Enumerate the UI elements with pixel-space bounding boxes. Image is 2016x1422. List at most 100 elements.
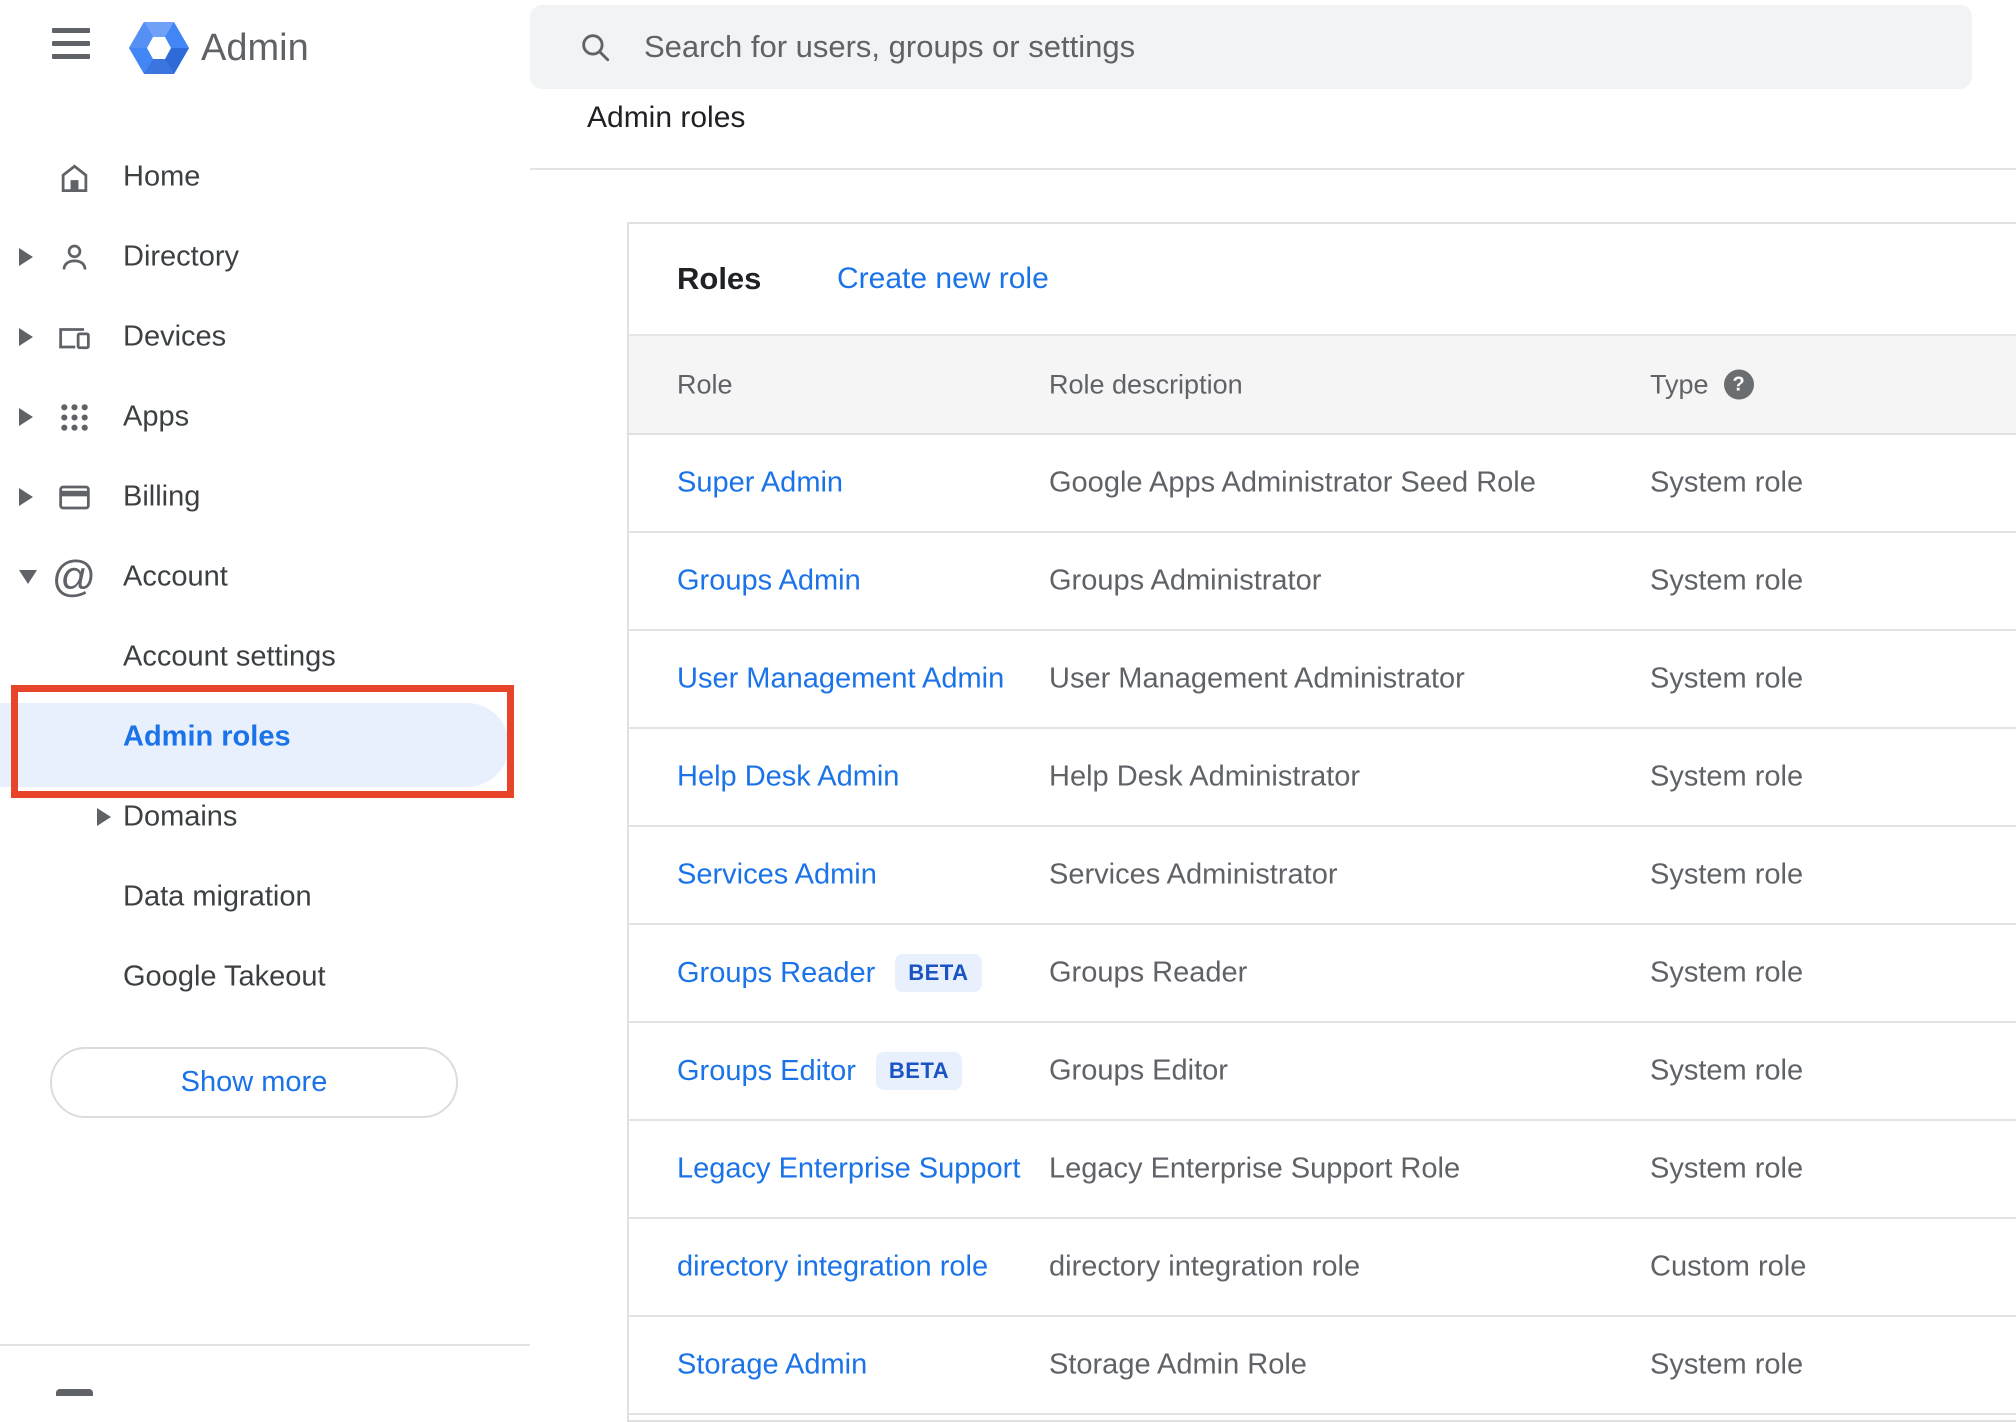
sidebar-item-directory[interactable]: Directory [0, 217, 530, 297]
apps-icon [55, 398, 93, 436]
role-link[interactable]: directory integration role [677, 1251, 988, 1284]
sidebar-item-home[interactable]: Home [0, 137, 530, 217]
menu-hamburger-icon[interactable] [52, 28, 90, 67]
table-row-services-admin: Services Admin Services Administrator Syst… [629, 827, 2016, 925]
role-cell: Groups Reader BETA [677, 954, 982, 992]
search-icon [578, 29, 614, 65]
role-link[interactable]: Legacy Enterprise Support [677, 1153, 1020, 1186]
sidebar-item-label: Account [123, 560, 228, 593]
sidebar-item-label: Apps [123, 400, 190, 433]
sidebar-item-domains[interactable]: Domains [0, 777, 530, 857]
role-link[interactable]: Storage Admin [677, 1349, 867, 1382]
beta-badge: BETA [875, 1052, 963, 1090]
roles-table-body: Super Admin Google Apps Administrator See… [629, 435, 2016, 1415]
search-placeholder: Search for users, groups or settings [644, 29, 1136, 64]
role-type-cell: System role [1650, 564, 1804, 597]
column-header-role-description: Role description [1049, 369, 1243, 399]
title-divider [530, 168, 2016, 170]
role-link[interactable]: Services Admin [677, 859, 877, 892]
table-header-row: Role Role description Type ? [629, 334, 2016, 435]
role-type-cell: System role [1650, 662, 1804, 695]
role-description-cell: Groups Reader [1049, 956, 1248, 989]
table-row-help-desk-admin: Help Desk Admin Help Desk Administrator Sy… [629, 729, 2016, 827]
sidebar-item-data-migration[interactable]: Data migration [0, 857, 530, 937]
role-cell: Legacy Enterprise Support [677, 1153, 1020, 1186]
role-type-cell: System role [1650, 1152, 1804, 1185]
role-cell: Storage Admin [677, 1349, 867, 1382]
sidebar-item-label: Google Takeout [123, 960, 326, 993]
help-question-icon[interactable]: ? [1723, 369, 1754, 400]
expand-arrow-icon[interactable] [19, 328, 33, 346]
sidebar-bottom-divider [0, 1344, 530, 1346]
role-cell: Help Desk Admin [677, 761, 899, 794]
role-link[interactable]: Groups Editor [677, 1055, 856, 1088]
role-link[interactable]: Groups Admin [677, 565, 861, 598]
beta-badge: BETA [895, 954, 982, 992]
sidebar-item-label: Admin roles [123, 720, 291, 753]
role-type-cell: System role [1650, 956, 1804, 989]
role-description-cell: Services Administrator [1049, 858, 1338, 891]
search-input[interactable]: Search for users, groups or settings [530, 5, 1972, 89]
app-name: Admin [201, 27, 309, 69]
sidebar-item-account-settings[interactable]: Account settings [0, 617, 530, 697]
create-new-role-link[interactable]: Create new role [837, 262, 1049, 296]
sidebar-item-label: Directory [123, 240, 240, 273]
sidebar-item-apps[interactable]: Apps [0, 377, 530, 457]
table-row-legacy-enterprise-support: Legacy Enterprise Support Legacy Enterpri… [629, 1121, 2016, 1219]
role-cell: Groups Editor BETA [677, 1052, 963, 1090]
column-header-type-label: Type [1650, 369, 1709, 399]
table-row-groups-reader: Groups Reader BETA Groups Reader System rol… [629, 925, 2016, 1023]
table-row-storage-admin: Storage Admin Storage Admin Role System ro… [629, 1317, 2016, 1415]
table-row-directory-integration-role: directory integration role directory inte… [629, 1219, 2016, 1317]
expand-arrow-icon[interactable] [19, 408, 33, 426]
role-link[interactable]: User Management Admin [677, 663, 1004, 696]
expand-arrow-icon[interactable] [19, 488, 33, 506]
expand-arrow-icon[interactable] [19, 248, 33, 266]
role-cell: Groups Admin [677, 565, 861, 598]
role-cell: User Management Admin [677, 663, 1004, 696]
sidebar-item-label: Data migration [123, 880, 312, 913]
role-type-cell: System role [1650, 1348, 1804, 1381]
sidebar-item-admin-roles[interactable]: Admin roles [0, 697, 530, 787]
sidebar-item-label: Billing [123, 480, 201, 513]
role-cell: Services Admin [677, 859, 877, 892]
role-cell: directory integration role [677, 1251, 988, 1284]
column-header-type: Type ? [1650, 369, 1754, 400]
roles-card-header: Roles Create new role [629, 224, 2016, 334]
role-link[interactable]: Groups Reader [677, 957, 875, 990]
role-link[interactable]: Help Desk Admin [677, 761, 899, 794]
sidebar-item-account[interactable]: @ Account [0, 537, 530, 617]
sidebar: Admin Home Directory Devices Apps Billing @ Ac… [0, 0, 530, 1396]
sidebar-item-label: Account settings [123, 640, 336, 673]
collapse-arrow-icon[interactable] [19, 570, 37, 584]
column-header-role: Role [677, 369, 733, 399]
table-row-groups-editor: Groups Editor BETA Groups Editor System rol… [629, 1023, 2016, 1121]
billing-icon [55, 478, 93, 516]
expand-arrow-icon[interactable] [97, 808, 111, 826]
table-row-super-admin: Super Admin Google Apps Administrator See… [629, 435, 2016, 533]
role-type-cell: System role [1650, 858, 1804, 891]
devices-icon [55, 318, 93, 356]
show-more-button[interactable]: Show more [50, 1047, 458, 1118]
role-type-cell: System role [1650, 1054, 1804, 1087]
sidebar-item-billing[interactable]: Billing [0, 457, 530, 537]
sidebar-item-label: Devices [123, 320, 227, 353]
role-description-cell: Help Desk Administrator [1049, 760, 1361, 793]
roles-card: Roles Create new role Role Role descript… [627, 222, 2016, 1422]
sidebar-item-label: Domains [123, 800, 238, 833]
person-icon [55, 238, 93, 276]
sidebar-nav: Home Directory Devices Apps Billing @ Account A… [0, 137, 530, 1017]
role-description-cell: User Management Administrator [1049, 662, 1465, 695]
role-description-cell: Groups Editor [1049, 1054, 1228, 1087]
sidebar-item-devices[interactable]: Devices [0, 297, 530, 377]
table-row-groups-admin: Groups Admin Groups Administrator System r… [629, 533, 2016, 631]
sidebar-item-google-takeout[interactable]: Google Takeout [0, 937, 530, 1017]
role-cell: Super Admin [677, 467, 843, 500]
role-description-cell: Groups Administrator [1049, 564, 1322, 597]
admin-logo-icon [127, 16, 191, 80]
role-description-cell: Legacy Enterprise Support Role [1049, 1152, 1461, 1185]
clipped-bottom-icon [56, 1389, 93, 1396]
role-link[interactable]: Super Admin [677, 467, 843, 500]
role-type-cell: Custom role [1650, 1250, 1807, 1283]
role-type-cell: System role [1650, 466, 1804, 499]
